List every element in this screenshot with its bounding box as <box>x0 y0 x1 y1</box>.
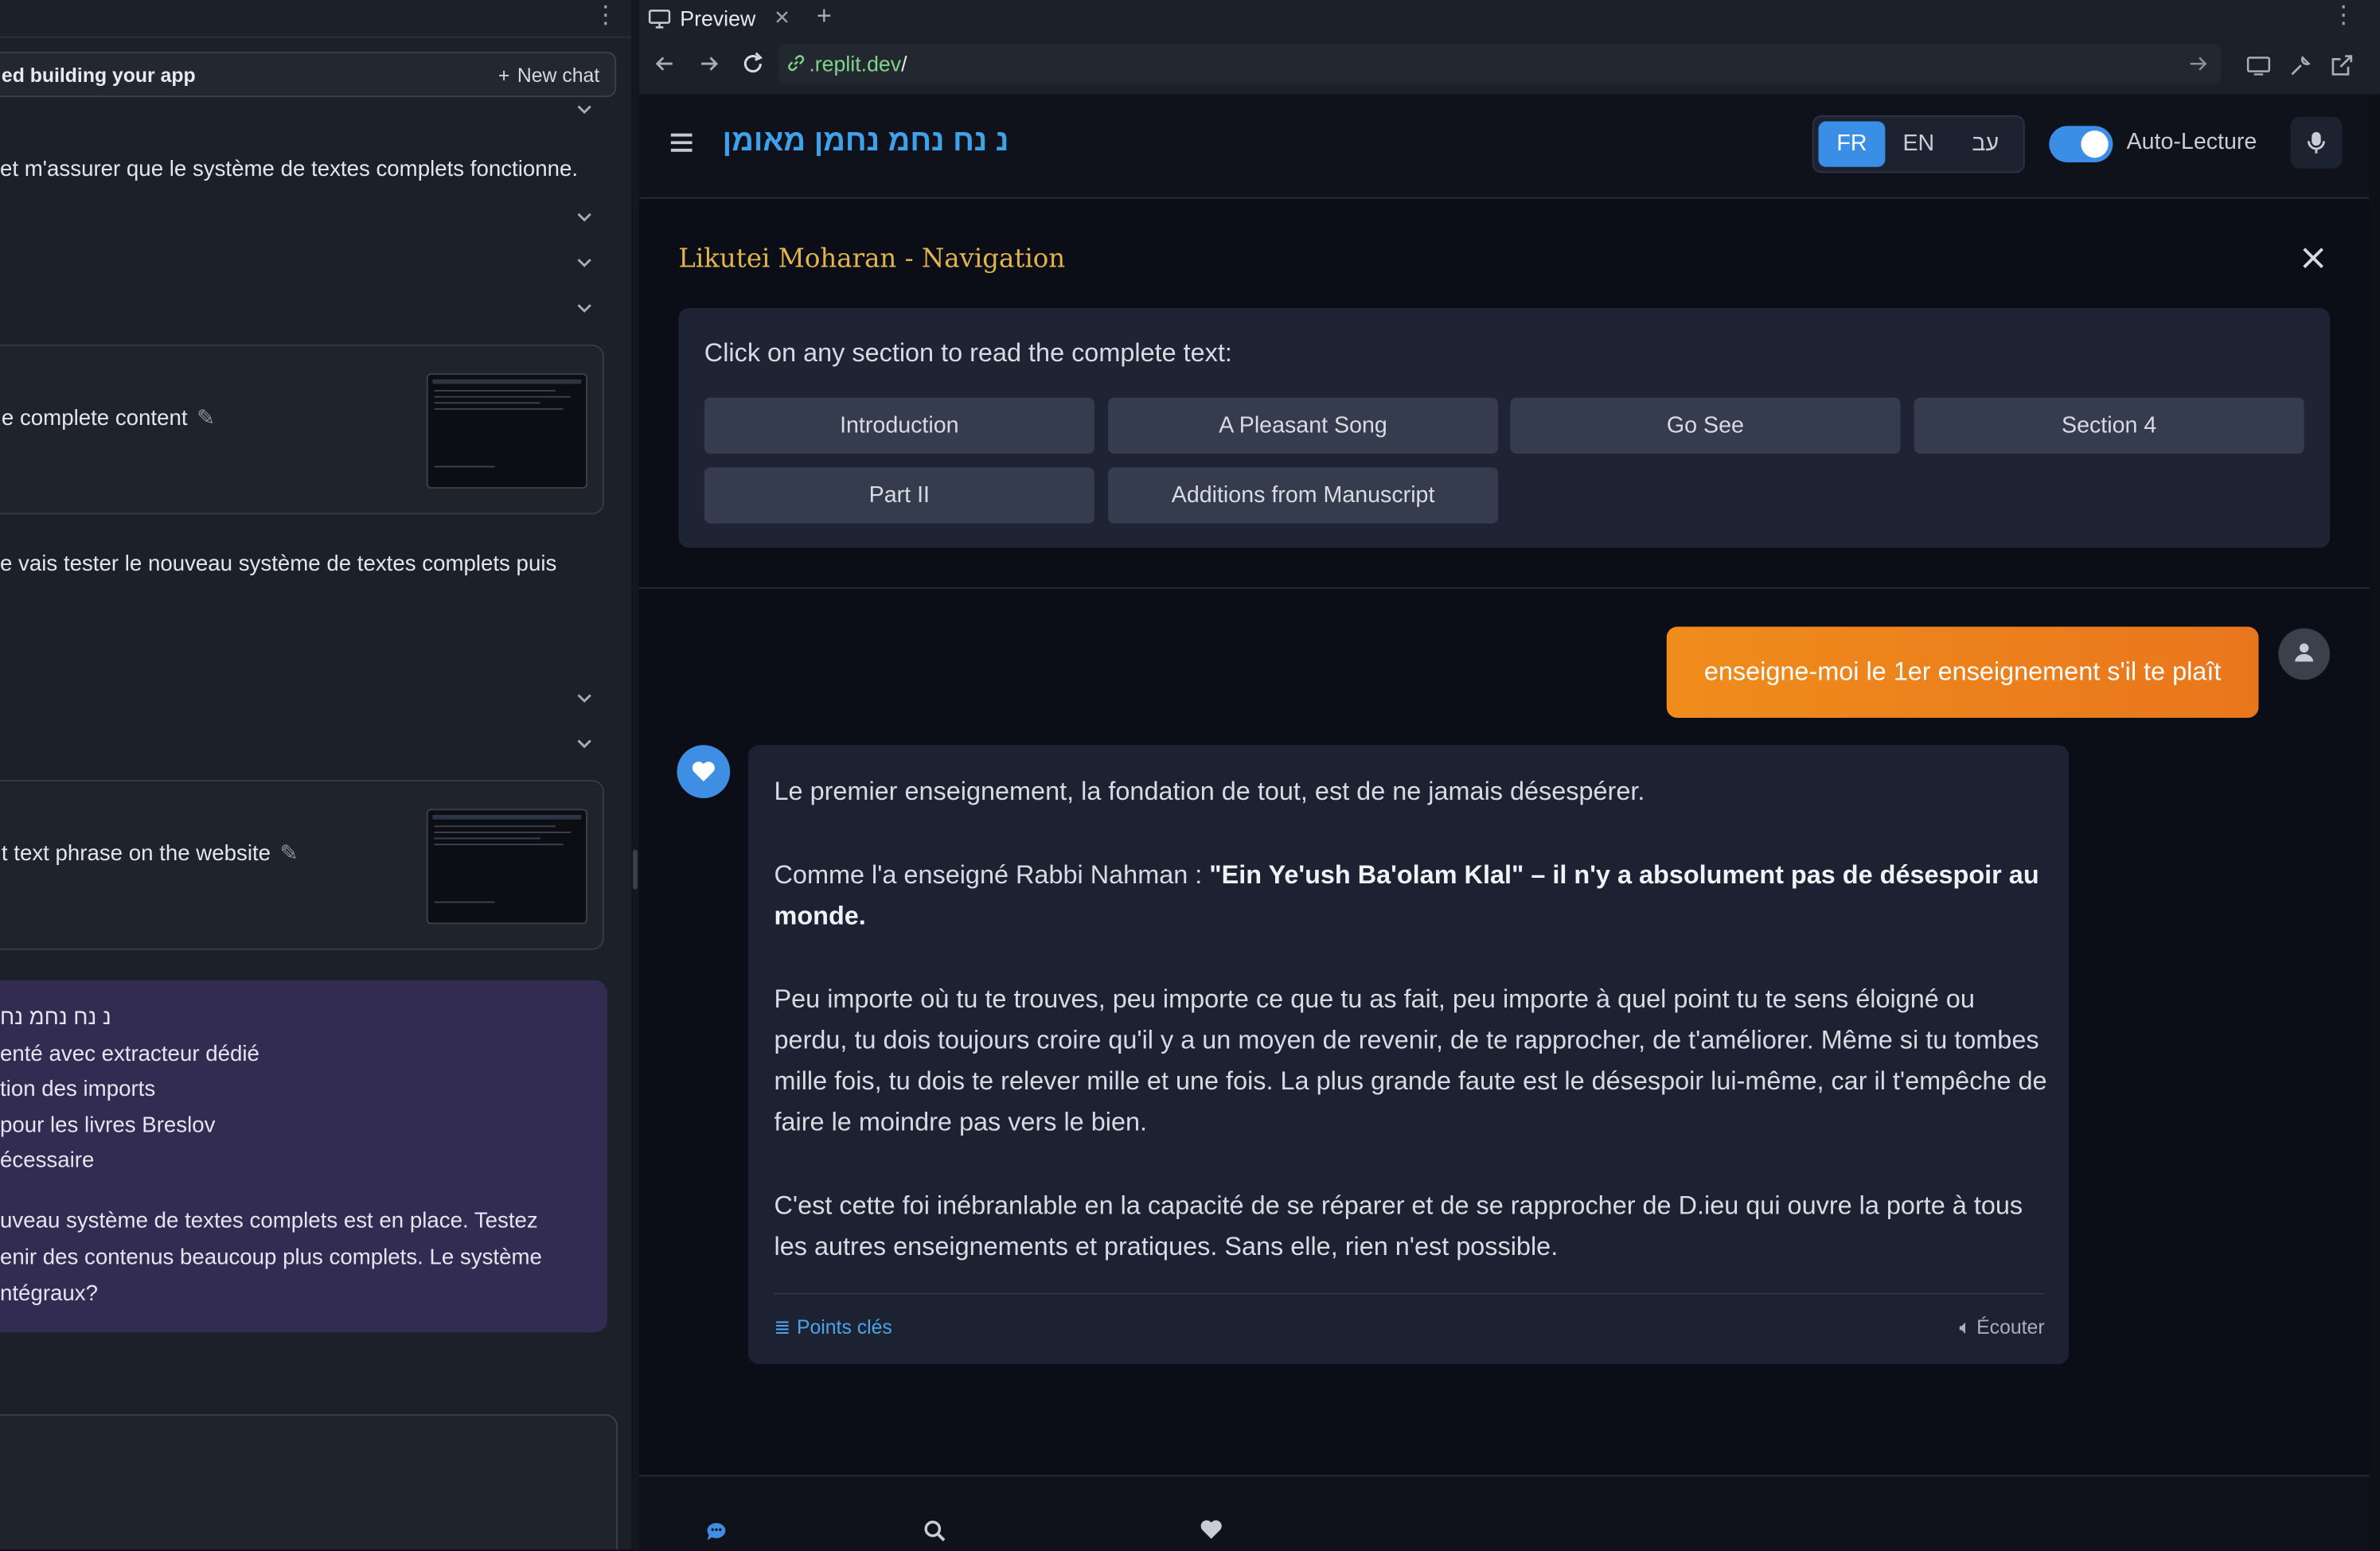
chevron-down-icon[interactable] <box>575 689 594 707</box>
app-header: נ נח נחמ נחמן מאומן FR EN עב Auto-Lectur… <box>638 94 2370 199</box>
back-icon[interactable] <box>653 52 677 76</box>
devtools-icon[interactable] <box>2289 53 2314 78</box>
bot-message: Le premier enseignement, la fondation de… <box>748 745 2070 1365</box>
forward-icon[interactable] <box>696 52 721 76</box>
list-icon: ≣ <box>774 1315 791 1339</box>
language-fr-button[interactable]: FR <box>1818 121 1886 167</box>
auto-lecture-toggle[interactable] <box>2049 126 2113 163</box>
heart-icon[interactable] <box>1199 1519 1223 1544</box>
close-icon[interactable] <box>2303 247 2324 269</box>
pencil-icon[interactable]: ✎ <box>197 407 215 431</box>
section-button-additions[interactable]: Additions from Manuscript <box>1108 467 1499 524</box>
section-button-introduction[interactable]: Introduction <box>704 397 1094 454</box>
auto-lecture-label: Auto-Lecture <box>2126 129 2257 155</box>
summary-paragraph-line: ntégraux? <box>0 1282 98 1307</box>
agent-message: e vais tester le nouveau système de text… <box>0 552 557 577</box>
checkpoint-thumbnail[interactable] <box>426 809 587 925</box>
summary-paragraph-line: enir des contenus beaucoup plus complets… <box>0 1245 542 1271</box>
section-button-part-ii[interactable]: Part II <box>704 467 1094 524</box>
summary-line: pour les livres Breslov <box>0 1113 216 1139</box>
checkpoint-card[interactable]: t text phrase on the website ✎ <box>0 780 604 950</box>
app-title: נ נח נחמ נחמן מאומן <box>722 124 1009 158</box>
agent-message: et m'assurer que le système de textes co… <box>0 158 579 182</box>
section-button-go-see[interactable]: Go See <box>1510 397 1901 454</box>
summary-paragraph-line: uveau système de textes complets est en … <box>0 1209 538 1234</box>
url-bar-row: .replit.dev/ <box>638 36 2380 96</box>
agent-chat-pane: ⋮ ed building your app + New chat et m'as… <box>0 0 632 1549</box>
more-options-icon[interactable]: ⋮ <box>2331 3 2356 30</box>
agent-status-bar: ed building your app + New chat <box>0 51 617 98</box>
checkpoint-card[interactable]: e complete content ✎ <box>0 344 604 515</box>
speaker-icon: 🔈︎ <box>1959 1315 1972 1339</box>
section-button-section-4[interactable]: Section 4 <box>1914 397 2304 454</box>
chevron-down-icon[interactable] <box>575 299 594 318</box>
open-external-icon[interactable] <box>2330 53 2355 78</box>
user-message: enseigne-moi le 1er enseignement s'il te… <box>1666 626 2259 718</box>
url-input[interactable]: .replit.dev/ <box>778 44 2221 84</box>
left-top-bar: ⋮ <box>0 0 632 38</box>
listen-button[interactable]: 🔈︎ Écouter <box>1959 1315 2044 1340</box>
language-he-button[interactable]: עב <box>1952 122 2019 167</box>
section-list: Click on any section to read the complet… <box>678 308 2331 548</box>
summary-line: enté avec extracteur dédié <box>0 1042 259 1067</box>
navigation-title: Likutei Moharan - Navigation <box>678 244 1066 275</box>
tab-label: Preview <box>680 6 756 31</box>
summary-line: נ נח נחמ נח <box>0 1006 111 1031</box>
bot-avatar <box>677 745 731 799</box>
refresh-icon[interactable] <box>741 52 766 76</box>
new-chat-label: New chat <box>517 64 600 87</box>
bottom-navigation <box>638 1475 2370 1551</box>
chat-area: enseigne-moi le 1er enseignement s'il te… <box>638 588 2370 1475</box>
summary-line: tion des imports <box>0 1077 156 1102</box>
chat-icon[interactable] <box>704 1519 729 1544</box>
preview-tab-bar: Preview ✕ + ⋮ <box>638 0 2380 37</box>
chevron-down-icon[interactable] <box>575 208 594 226</box>
device-icon[interactable] <box>2246 53 2271 78</box>
plus-icon: + <box>497 64 510 87</box>
bot-paragraph: Le premier enseignement, la fondation de… <box>774 777 1645 806</box>
menu-icon[interactable] <box>668 129 695 156</box>
checkpoint-thumbnail[interactable] <box>426 373 587 489</box>
checkpoint-title: e complete content ✎ <box>1 407 216 431</box>
new-tab-icon[interactable]: + <box>817 2 832 32</box>
bot-paragraph: Peu importe où tu te trouves, peu import… <box>774 984 2047 1137</box>
new-chat-button[interactable]: + New chat <box>498 64 599 87</box>
navigation-panel: Likutei Moharan - Navigation Click on an… <box>638 198 2370 589</box>
tab-preview[interactable]: Preview ✕ <box>648 0 790 37</box>
chevron-down-icon[interactable] <box>575 100 594 119</box>
heart-icon <box>692 762 715 782</box>
section-button-pleasant-song[interactable]: A Pleasant Song <box>1108 397 1499 454</box>
agent-summary-message: נ נח נחמ נח enté avec extracteur dédié t… <box>0 980 607 1333</box>
link-icon <box>786 53 806 73</box>
language-en-button[interactable]: EN <box>1885 122 1952 167</box>
agent-status-text: ed building your app <box>1 64 196 87</box>
language-switcher: FR EN עב <box>1812 115 2025 173</box>
close-tab-icon[interactable]: ✕ <box>774 6 790 31</box>
summary-line: écessaire <box>0 1148 95 1174</box>
url-text: .replit.dev/ <box>809 51 907 76</box>
mic-icon <box>2307 131 2325 154</box>
bot-paragraph: C'est cette foi inébranlable en la capac… <box>774 1191 2023 1261</box>
preview-pane: Preview ✕ + ⋮ .replit.dev/ נ נח נחמ נחמן… <box>638 0 2380 1551</box>
chevron-down-icon[interactable] <box>575 735 594 753</box>
pencil-icon[interactable]: ✎ <box>279 842 298 867</box>
go-arrow-icon[interactable] <box>2187 53 2209 75</box>
key-points-button[interactable]: ≣ Points clés <box>774 1315 892 1340</box>
agent-input-box[interactable] <box>0 1414 618 1549</box>
monitor-icon <box>648 9 671 28</box>
pane-resize-handle[interactable] <box>631 0 639 1549</box>
chevron-down-icon[interactable] <box>575 253 594 271</box>
navigation-hint: Click on any section to read the complet… <box>704 338 1232 368</box>
user-icon <box>2295 643 2314 662</box>
checkpoint-title: t text phrase on the website ✎ <box>1 842 298 867</box>
microphone-button[interactable] <box>2290 116 2343 169</box>
more-options-icon[interactable]: ⋮ <box>594 3 618 30</box>
message-divider <box>774 1292 2045 1295</box>
bot-paragraph: Comme l'a enseigné Rabbi Nahman : "Ein Y… <box>774 860 2039 930</box>
user-avatar <box>2278 628 2331 680</box>
search-icon[interactable] <box>923 1519 947 1544</box>
preview-scrollbar[interactable] <box>2369 94 2380 1549</box>
